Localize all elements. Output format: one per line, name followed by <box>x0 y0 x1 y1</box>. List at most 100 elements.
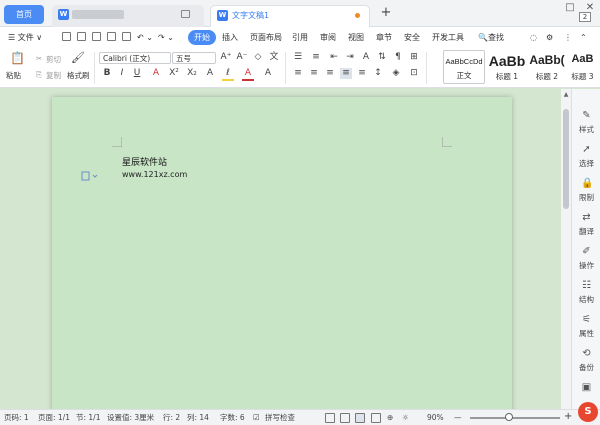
undo-icon[interactable]: ↶ ⌄ <box>137 31 153 44</box>
char-border-icon[interactable]: A <box>262 68 274 79</box>
style-heading-2[interactable]: AaBb( 标题 2 <box>528 50 566 84</box>
status-word-count[interactable]: 字数: 6 <box>220 412 245 423</box>
cut-button[interactable]: 剪切 <box>46 54 61 65</box>
status-column[interactable]: 列: 14 <box>187 412 209 423</box>
more-icon[interactable]: ⋮ <box>564 31 572 44</box>
shading-icon[interactable]: ◈ <box>390 68 402 79</box>
font-name-select[interactable]: Calibri (正文) <box>99 52 171 64</box>
copy-button[interactable]: 复制 <box>46 70 61 81</box>
text-effect-icon[interactable]: A <box>204 68 216 79</box>
window-count-badge[interactable]: 2 <box>579 12 591 22</box>
paste-icon[interactable]: 📋 <box>10 52 25 64</box>
tab-blurred-document[interactable]: W <box>52 5 204 27</box>
font-size-select[interactable]: 五号 <box>172 52 216 64</box>
zoom-in-button[interactable]: + <box>564 411 572 422</box>
file-menu[interactable]: ☰ 文件 ∨ <box>8 31 42 44</box>
increase-indent-icon[interactable]: ⇥ <box>344 52 356 63</box>
export-icon[interactable] <box>122 32 131 41</box>
tab-insert[interactable]: 插入 <box>222 31 238 44</box>
font-color-icon[interactable]: A <box>242 68 254 81</box>
bullet-list-icon[interactable]: ☰ <box>292 52 304 63</box>
status-page-number[interactable]: 页码: 1 <box>4 412 29 423</box>
protect-icon[interactable] <box>325 413 335 423</box>
italic-button[interactable]: I <box>116 68 128 79</box>
superscript-icon[interactable]: X² <box>168 68 180 79</box>
line-spacing-icon[interactable]: ↕ <box>372 68 384 79</box>
eye-protect-icon[interactable]: ☼ <box>402 412 409 423</box>
outline-view-icon[interactable] <box>371 413 381 423</box>
spellcheck-button[interactable]: 拼写检查 <box>265 412 295 423</box>
tab-home[interactable]: 首页 <box>4 5 44 24</box>
underline-button[interactable]: U <box>131 68 143 79</box>
align-right-icon[interactable]: ≡ <box>324 68 336 79</box>
paste-button[interactable]: 粘贴 <box>6 70 21 81</box>
restore-button[interactable]: □ <box>560 2 580 14</box>
spellcheck-icon[interactable]: ☑ <box>253 412 260 423</box>
save-icon[interactable] <box>77 32 86 41</box>
new-tab-button[interactable]: + <box>378 5 394 21</box>
table-icon[interactable]: ⊞ <box>408 52 420 63</box>
show-marks-icon[interactable]: ¶ <box>392 52 404 63</box>
style-heading-3[interactable]: AaB 标题 3 <box>567 50 598 84</box>
document-workspace[interactable]: 星辰软件站 www.121xz.com <box>0 89 560 409</box>
decrease-indent-icon[interactable]: ⇤ <box>328 52 340 63</box>
document-text-line[interactable]: 星辰软件站 <box>122 155 167 168</box>
style-normal[interactable]: AaBbCcDd 正文 <box>443 50 485 84</box>
zoom-level[interactable]: 90% <box>427 412 444 423</box>
paragraph-handle-icon[interactable] <box>81 171 101 181</box>
copy-icon[interactable]: ⎘ <box>36 70 42 80</box>
document-text-line[interactable]: www.121xz.com <box>122 170 187 179</box>
panel-translate[interactable]: ⇄ 翻译 <box>572 209 600 242</box>
tab-view[interactable]: 视图 <box>348 31 364 44</box>
font-grow-button[interactable]: A⁺ <box>220 52 232 63</box>
redo-icon[interactable]: ↷ ⌄ <box>158 31 174 44</box>
tab-developer[interactable]: 开发工具 <box>432 31 464 44</box>
panel-actions[interactable]: ✐ 操作 <box>572 243 600 276</box>
format-painter-icon[interactable]: 🖌 <box>71 52 85 63</box>
panel-select[interactable]: ➚ 选择 <box>572 141 600 174</box>
status-section[interactable]: 节: 1/1 <box>76 412 100 423</box>
status-row[interactable]: 行: 2 <box>163 412 180 423</box>
page-view-icon[interactable] <box>355 413 365 423</box>
tab-start[interactable]: 开始 <box>188 30 216 45</box>
scroll-up-icon[interactable]: ▲ <box>561 91 571 98</box>
cut-icon[interactable]: ✂ <box>36 54 42 63</box>
panel-styles[interactable]: ✎ 样式 <box>572 107 600 140</box>
panel-structure[interactable]: ☷ 结构 <box>572 277 600 310</box>
sort-icon[interactable]: ⇅ <box>376 52 388 63</box>
style-heading-1[interactable]: AaBb 标题 1 <box>487 50 527 84</box>
distribute-icon[interactable]: ≡ <box>356 68 368 79</box>
justify-icon[interactable]: ≡ <box>340 68 352 79</box>
numbered-list-icon[interactable]: ≡ <box>310 52 322 63</box>
status-pages[interactable]: 页面: 1/1 <box>38 412 70 423</box>
scrollbar-thumb[interactable] <box>563 109 569 209</box>
tab-references[interactable]: 引用 <box>292 31 308 44</box>
print-preview-icon[interactable] <box>107 32 116 41</box>
panel-backup[interactable]: ⟲ 备份 <box>572 345 600 378</box>
gear-icon[interactable]: ⚙ <box>546 31 553 44</box>
format-painter-button[interactable]: 格式刷 <box>67 70 90 81</box>
reading-view-icon[interactable] <box>340 413 350 423</box>
tab-security[interactable]: 安全 <box>404 31 420 44</box>
tab-review[interactable]: 审阅 <box>320 31 336 44</box>
document-page[interactable]: 星辰软件站 www.121xz.com <box>52 97 512 409</box>
collapse-icon[interactable]: ⌃ <box>580 31 587 44</box>
chinese-layout-icon[interactable]: A <box>360 52 372 63</box>
panel-properties[interactable]: ⚟ 属性 <box>572 311 600 344</box>
borders-icon[interactable]: ⊡ <box>408 68 420 79</box>
zoom-slider[interactable] <box>470 417 560 419</box>
bold-button[interactable]: B <box>101 68 113 79</box>
clear-format-button[interactable]: ◇ <box>252 52 264 63</box>
font-shrink-button[interactable]: A⁻ <box>236 52 248 63</box>
phonetic-icon[interactable]: 文 <box>268 52 280 63</box>
zoom-slider-handle[interactable] <box>505 413 513 421</box>
panel-restrict[interactable]: 🔒 限制 <box>572 175 600 208</box>
strikethrough-button[interactable]: A <box>150 68 162 79</box>
zoom-out-button[interactable]: — <box>454 412 462 423</box>
comment-icon[interactable]: ◌ <box>530 31 537 44</box>
status-setting[interactable]: 设置值: 3厘米 <box>107 412 154 423</box>
highlight-icon[interactable]: ℓ <box>222 68 234 81</box>
align-left-icon[interactable]: ≡ <box>292 68 304 79</box>
vertical-scrollbar[interactable]: ▲ <box>561 89 571 409</box>
web-view-icon[interactable]: ⊕ <box>387 412 393 423</box>
